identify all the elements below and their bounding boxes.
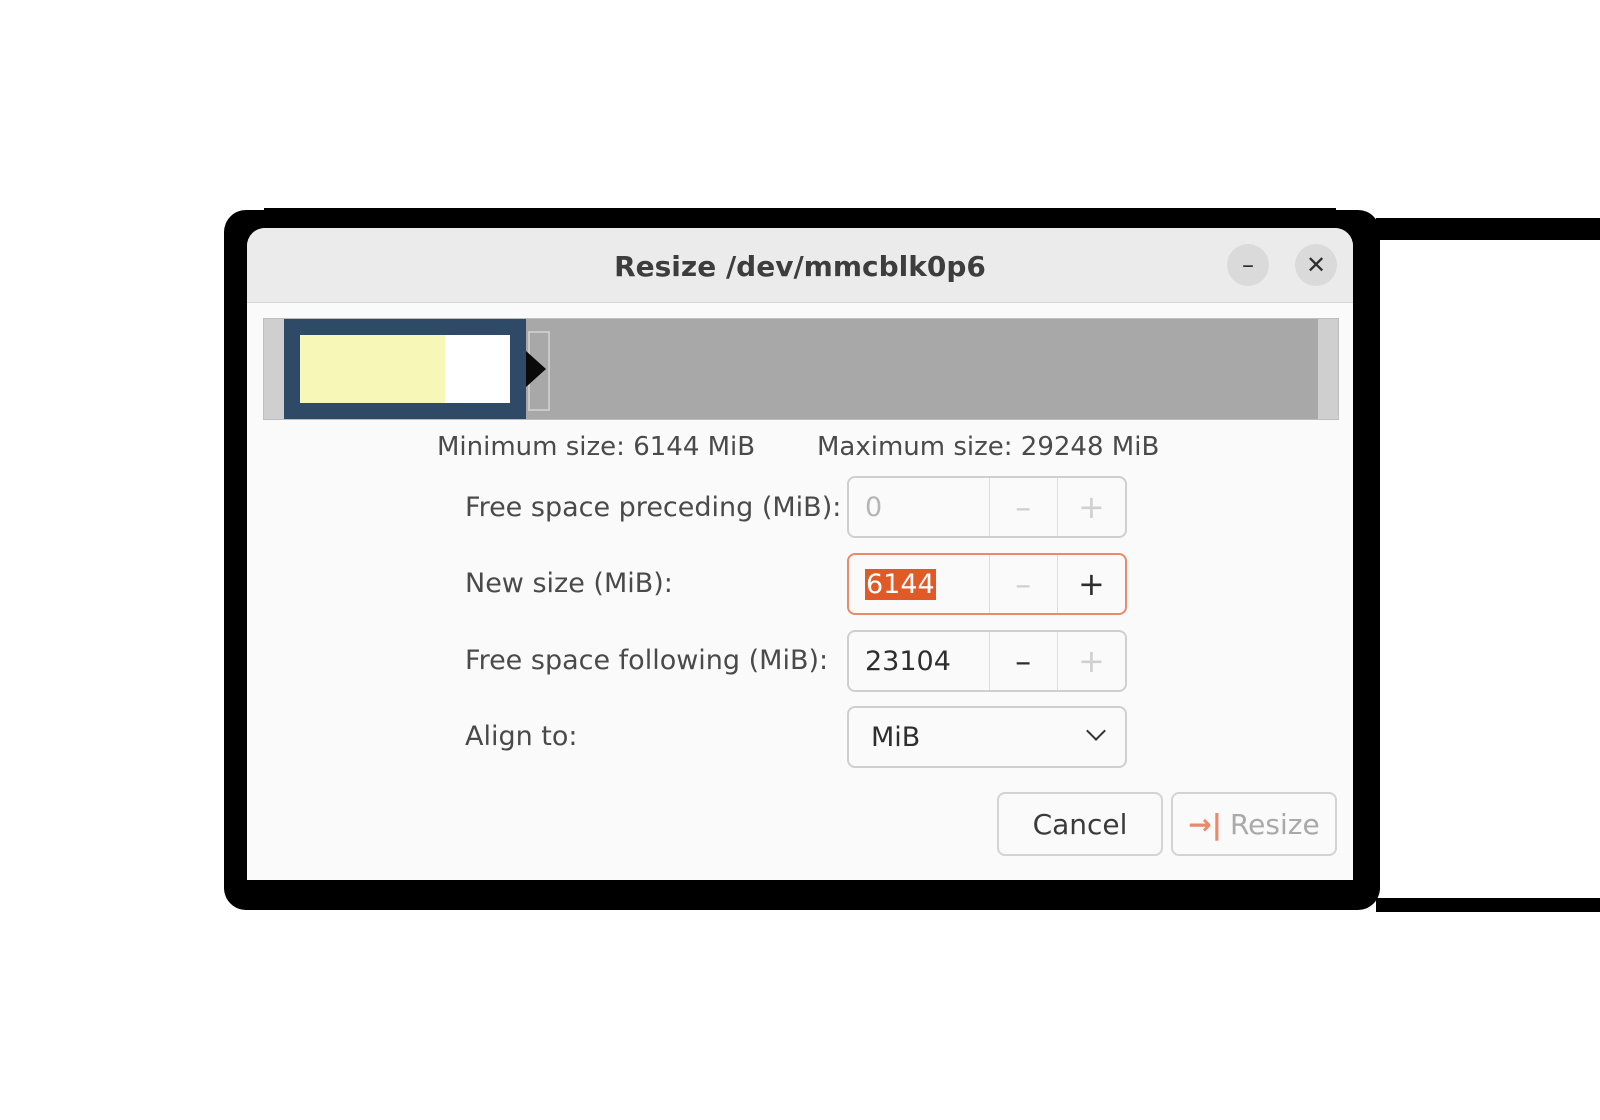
new-size-spinbox[interactable]: 6144 – + — [847, 553, 1127, 615]
free-space-preceding-input[interactable]: 0 — [849, 478, 990, 536]
window-shadow-right-bottom — [1376, 898, 1600, 912]
free-space-preceding-label: Free space preceding (MiB): — [465, 492, 842, 523]
free-space-preceding-increment-button[interactable]: + — [1058, 478, 1125, 536]
minimize-icon: – — [1242, 251, 1254, 279]
partition-graph[interactable] — [263, 318, 1339, 420]
close-icon: ✕ — [1305, 251, 1327, 279]
align-to-label: Align to: — [465, 721, 578, 752]
minimize-button[interactable]: – — [1227, 244, 1269, 286]
resize-button-label: Resize — [1229, 807, 1320, 841]
chevron-down-icon — [1086, 721, 1106, 741]
maximum-size-label: Maximum size: 29248 MiB — [817, 432, 1160, 462]
minus-icon: – — [1015, 565, 1032, 603]
free-space-following-label: Free space following (MiB): — [465, 645, 829, 676]
window-shadow-right — [1376, 218, 1600, 240]
free-space-preceding-decrement-button[interactable]: – — [990, 478, 1058, 536]
free-space-following-decrement-button[interactable]: – — [990, 632, 1058, 690]
resize-arrow-bar-icon: →| — [1188, 807, 1222, 841]
align-to-dropdown[interactable]: MiB — [847, 706, 1127, 768]
resize-button[interactable]: →| Resize — [1171, 792, 1337, 856]
plus-icon: + — [1077, 565, 1105, 603]
align-to-value: MiB — [871, 721, 921, 753]
partition-fill — [300, 335, 510, 403]
free-space-following-increment-button[interactable]: + — [1058, 632, 1125, 690]
cancel-button[interactable]: Cancel — [997, 792, 1163, 856]
free-space-following-spinbox[interactable]: 23104 – + — [847, 630, 1127, 692]
new-size-decrement-button[interactable]: – — [990, 555, 1058, 613]
new-size-label: New size (MiB): — [465, 568, 673, 599]
cancel-button-label: Cancel — [1032, 807, 1128, 841]
close-button[interactable]: ✕ — [1295, 244, 1337, 286]
plus-icon: + — [1077, 488, 1105, 526]
partition-block[interactable] — [284, 319, 526, 419]
free-space-preceding-spinbox[interactable]: 0 – + — [847, 476, 1127, 538]
new-size-input[interactable]: 6144 — [849, 555, 990, 613]
free-space-following-input[interactable]: 23104 — [849, 632, 990, 690]
minus-icon: – — [1015, 642, 1032, 680]
resize-dialog: Resize /dev/mmcblk0p6 – ✕ Minimum size: … — [247, 228, 1353, 880]
window-title: Resize /dev/mmcblk0p6 — [614, 250, 986, 283]
used-space-bar — [300, 335, 445, 403]
minimum-size-label: Minimum size: 6144 MiB — [437, 432, 756, 462]
new-size-increment-button[interactable]: + — [1058, 555, 1125, 613]
resize-arrow-icon[interactable] — [526, 351, 546, 387]
plus-icon: + — [1077, 642, 1105, 680]
minus-icon: – — [1015, 488, 1032, 526]
title-bar[interactable]: Resize /dev/mmcblk0p6 – ✕ — [247, 228, 1353, 303]
new-size-selected-text: 6144 — [865, 568, 936, 600]
